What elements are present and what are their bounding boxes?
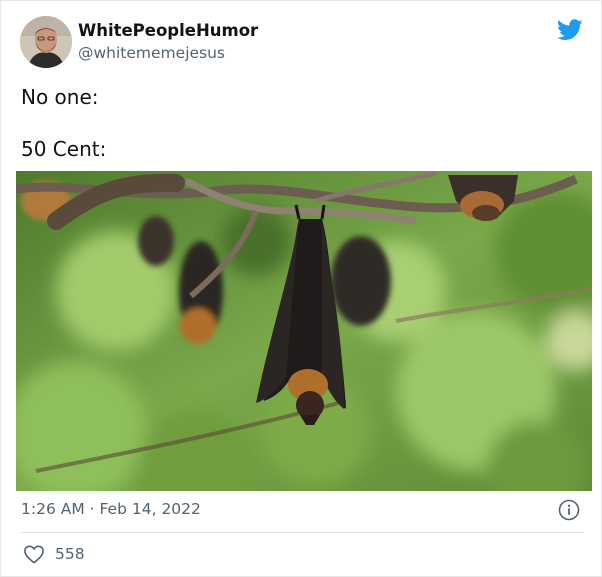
tweet-photo[interactable] (16, 171, 592, 491)
heart-icon[interactable] (23, 544, 45, 564)
tweet-text-line-1: No one: (21, 85, 99, 109)
bat-photo (16, 171, 592, 491)
info-icon[interactable] (558, 499, 580, 521)
avatar[interactable] (20, 16, 72, 68)
tweet-text-line-2: 50 Cent: (21, 137, 107, 161)
tweet-card: WhitePeopleHumor @whitememejesus No one:… (0, 0, 602, 577)
display-name[interactable]: WhitePeopleHumor (78, 21, 258, 40)
divider (20, 532, 584, 533)
user-handle[interactable]: @whitememejesus (78, 44, 225, 62)
tweet-timestamp[interactable]: 1:26 AM · Feb 14, 2022 (21, 500, 201, 518)
like-count: 558 (55, 545, 85, 563)
avatar-portrait (20, 16, 72, 68)
twitter-bird-icon[interactable] (557, 19, 583, 41)
